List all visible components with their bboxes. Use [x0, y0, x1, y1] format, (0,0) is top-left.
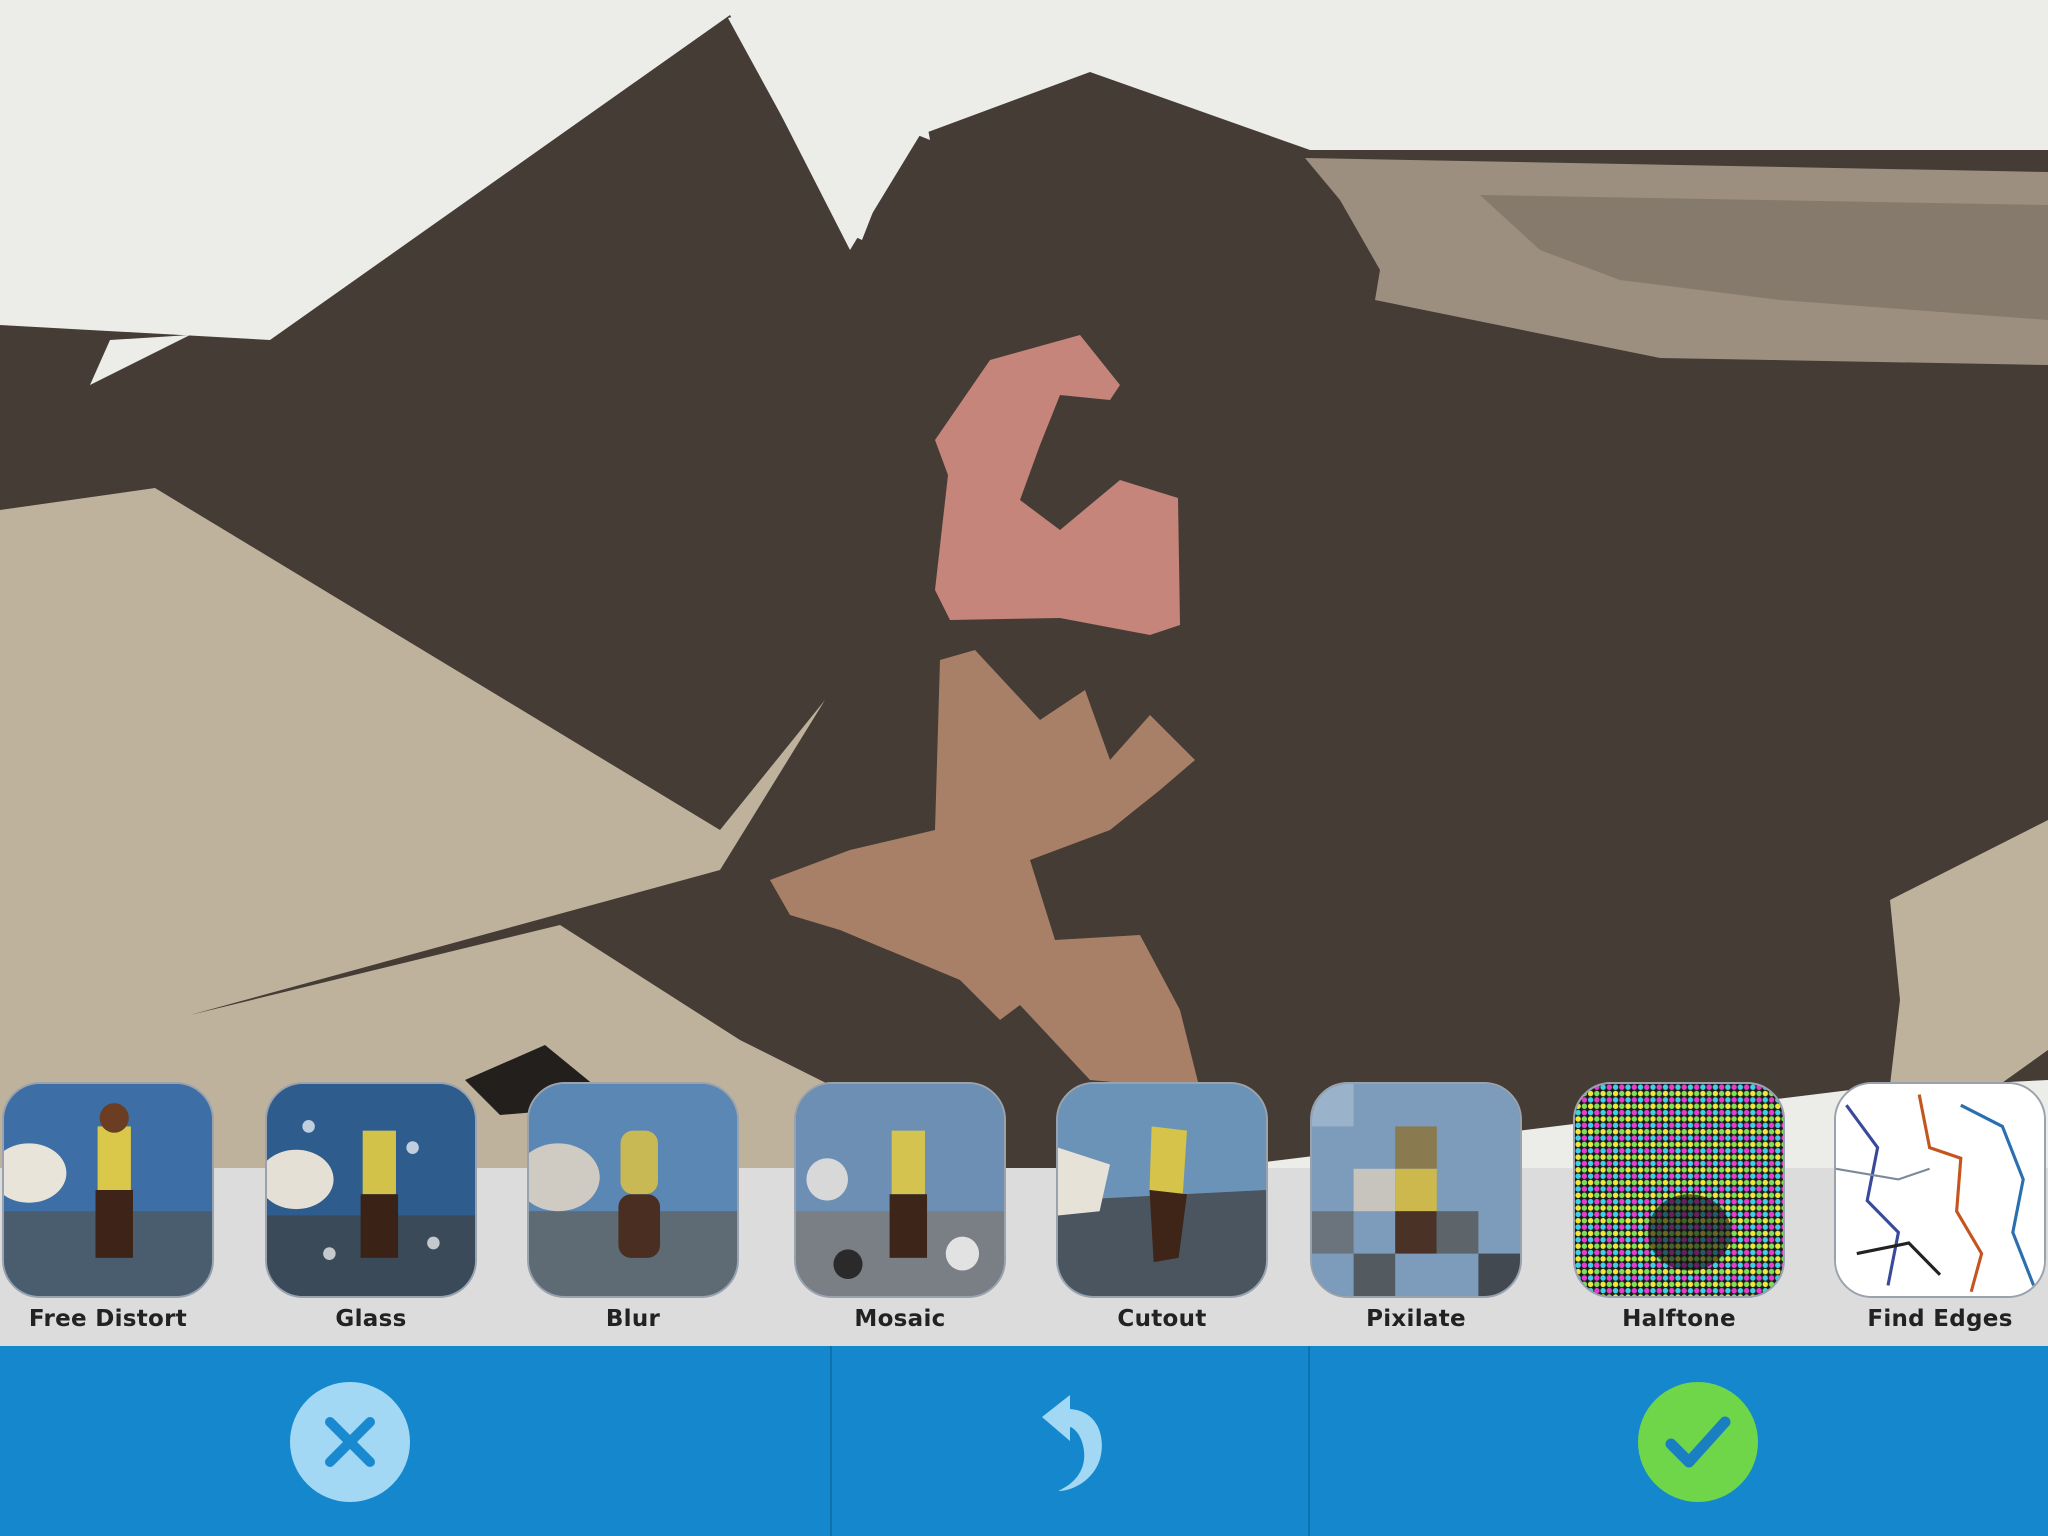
- filter-blur[interactable]: Blur: [525, 1082, 741, 1332]
- filter-cutout[interactable]: Cutout: [1054, 1082, 1270, 1332]
- filter-thumbnail[interactable]: [1310, 1082, 1522, 1298]
- filter-pixilate[interactable]: Pixilate: [1308, 1082, 1524, 1332]
- close-x-icon: [325, 1417, 375, 1467]
- cancel-button[interactable]: [290, 1382, 410, 1502]
- filter-thumbnail[interactable]: [527, 1082, 739, 1298]
- filter-thumbnail[interactable]: [1056, 1082, 1268, 1298]
- filter-label: Mosaic: [854, 1306, 946, 1332]
- filter-label: Free Distort: [28, 1306, 188, 1332]
- filter-label: Halftone: [1622, 1306, 1736, 1332]
- filter-thumbnail[interactable]: [1573, 1082, 1785, 1298]
- filter-find-edges[interactable]: Find Edges: [1832, 1082, 2048, 1332]
- filter-free-distort[interactable]: Free Distort: [0, 1082, 216, 1332]
- filter-label: Glass: [335, 1306, 407, 1332]
- filter-thumbnail[interactable]: [2, 1082, 214, 1298]
- filter-glass[interactable]: Glass: [263, 1082, 479, 1332]
- filter-thumbnail[interactable]: [794, 1082, 1006, 1298]
- confirm-button[interactable]: [1638, 1382, 1758, 1502]
- filter-thumbnail[interactable]: [1834, 1082, 2046, 1298]
- filter-label: Cutout: [1117, 1306, 1207, 1332]
- filter-label: Find Edges: [1867, 1306, 2013, 1332]
- filter-thumbnail[interactable]: [265, 1082, 477, 1298]
- filter-mosaic[interactable]: Mosaic: [792, 1082, 1008, 1332]
- toolbar-divider: [1308, 1346, 1310, 1536]
- filter-halftone[interactable]: Halftone: [1571, 1082, 1787, 1332]
- undo-button[interactable]: [1005, 1382, 1125, 1502]
- checkmark-icon: [1665, 1416, 1731, 1468]
- undo-arrow-icon: [1042, 1395, 1102, 1491]
- bottom-toolbar: [0, 1346, 2048, 1536]
- filter-label: Blur: [605, 1306, 661, 1332]
- toolbar-divider: [830, 1346, 832, 1536]
- filter-label: Pixilate: [1366, 1306, 1466, 1332]
